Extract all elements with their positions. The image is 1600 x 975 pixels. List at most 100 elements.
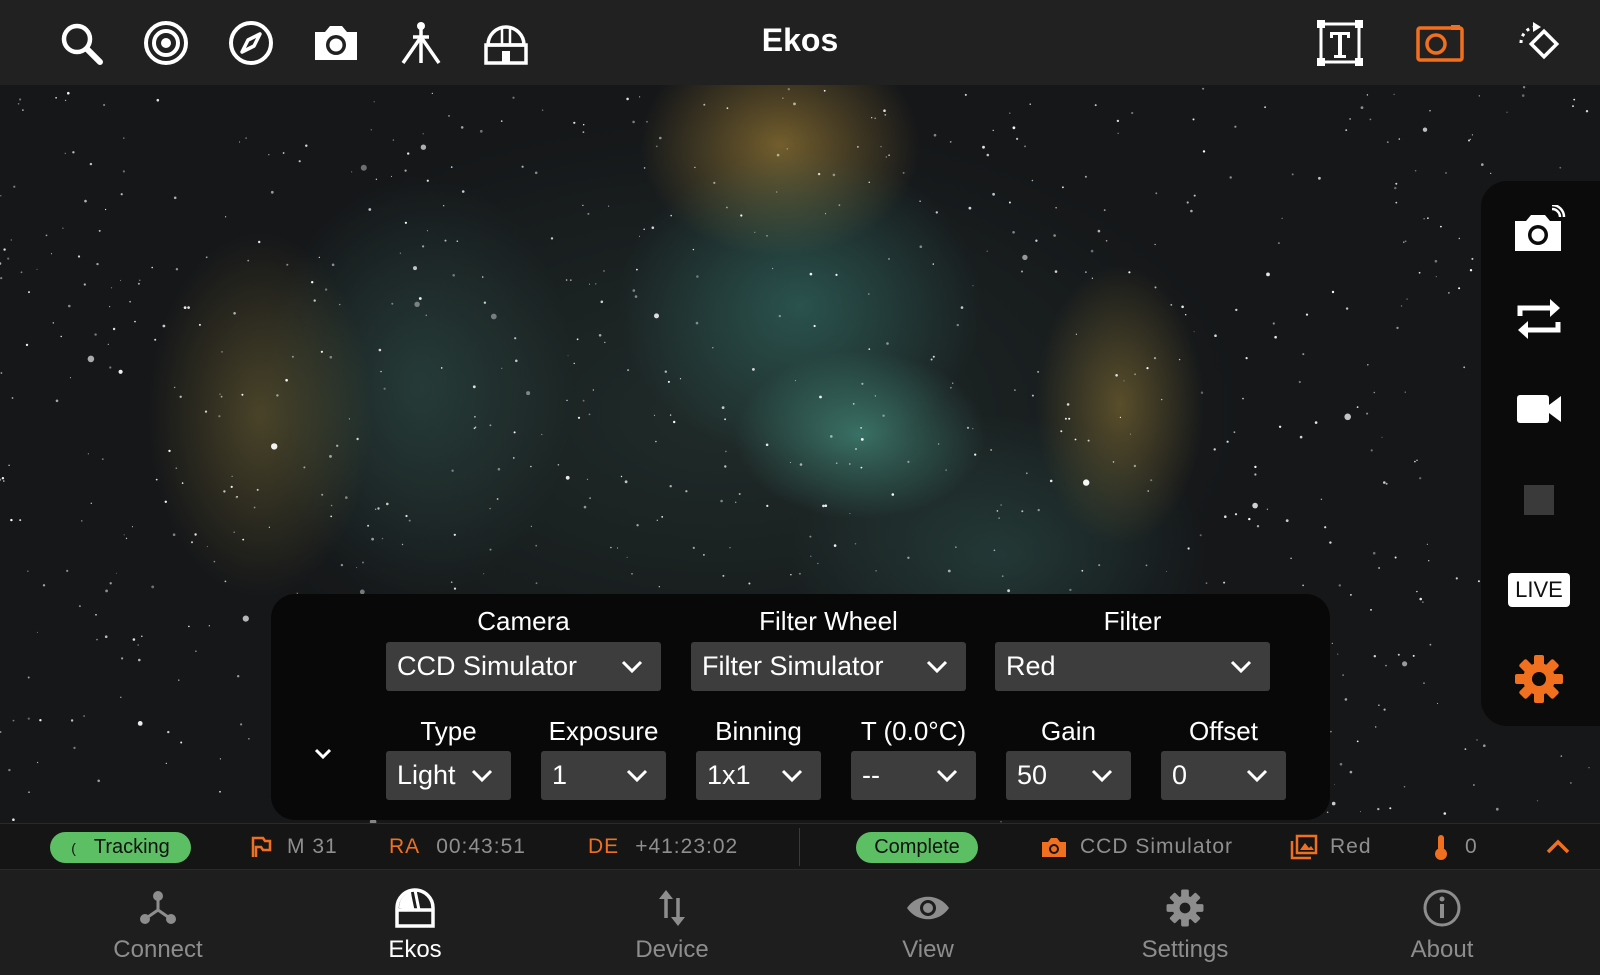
nav-view[interactable]: View [828,870,1028,975]
nav-about-label: About [1410,936,1474,963]
offset-select[interactable]: 0 [1161,751,1286,800]
loop-icon[interactable] [1506,289,1572,349]
type-value: Light [397,760,456,790]
mount-status-text: Tracking [93,836,170,858]
chevron-down-icon [1226,652,1256,682]
binning-select[interactable]: 1x1 [696,751,821,800]
chevron-down-icon [622,761,652,791]
right-toolbar: LIVE [1481,181,1600,726]
temperature-value: -- [862,760,880,790]
nav-device-label: Device [635,936,709,963]
bottom-nav: Connect Ekos Device View Settings About [0,870,1600,975]
transfer-icon [647,884,697,932]
camera-select[interactable]: CCD Simulator [386,642,661,691]
rotate-icon[interactable] [1514,18,1564,68]
connect-icon [133,884,183,932]
image-filter-icon [1290,834,1318,859]
de-value: +41:23:02 [635,834,739,858]
camera-value: CCD Simulator [397,651,578,681]
observatory-icon[interactable] [481,18,531,68]
camera-name: CCD Simulator [1080,834,1234,858]
binning-value: 1x1 [707,760,751,790]
nav-connect-label: Connect [113,936,203,963]
search-icon[interactable] [56,18,106,68]
gear-icon [1160,884,1210,932]
chevron-up-icon [1546,839,1570,853]
target-icon[interactable] [141,18,191,68]
thermometer-icon [1435,834,1447,860]
status-divider [799,828,800,866]
eye-icon [903,884,953,932]
chevron-down-icon [467,761,497,791]
capture-status-text: Complete [874,836,960,858]
nav-settings-label: Settings [1141,936,1229,963]
temperature-info: 0 [1433,824,1478,869]
filter-wheel-value: Filter Simulator [702,651,884,681]
gain-label: Gain [1041,716,1096,746]
status-bar: ( Tracking M 31 RA 00:43:51 DE +41:23:02… [0,823,1600,870]
type-select[interactable]: Light [386,751,511,800]
chevron-down-icon [932,761,962,791]
info-icon [1417,884,1467,932]
observatory-icon [390,884,440,932]
camera-icon[interactable] [311,18,361,68]
de-info: DE +41:23:02 [588,824,738,869]
capture-frame-icon[interactable] [1415,18,1465,68]
stop-icon[interactable] [1506,470,1572,530]
binning-label: Binning [715,716,802,746]
capture-icon[interactable] [1506,200,1572,260]
target-info: M 31 [249,824,338,869]
chevron-down-icon [1087,761,1117,791]
temperature-label: T (0.0°C) [860,716,967,746]
tracking-icon: ( [71,839,76,856]
exposure-label: Exposure [548,716,659,746]
live-badge[interactable]: LIVE [1506,560,1572,620]
chevron-down-icon [314,748,332,760]
expand-status-button[interactable] [1545,824,1571,869]
target-name: M 31 [287,834,338,858]
exposure-value: 1 [552,760,568,790]
mount-status-badge[interactable]: ( Tracking [50,832,191,863]
app-title: Ekos [761,22,839,58]
collapse-panel-button[interactable] [309,740,337,768]
filter-info: Red [1290,824,1372,869]
ra-label: RA [389,834,421,858]
nav-connect[interactable]: Connect [58,870,258,975]
compass-icon[interactable] [226,18,276,68]
filter-name: Red [1330,834,1372,858]
nav-settings[interactable]: Settings [1085,870,1285,975]
gain-select[interactable]: 50 [1006,751,1131,800]
exposure-select[interactable]: 1 [541,751,666,800]
nav-about[interactable]: About [1342,870,1542,975]
offset-value: 0 [1172,760,1188,790]
filter-select[interactable]: Red [995,642,1270,691]
text-frame-icon[interactable] [1315,18,1365,68]
offset-label: Offset [1189,716,1258,746]
nav-view-label: View [902,936,954,963]
settings-gear-icon[interactable] [1506,649,1572,709]
tripod-icon[interactable] [396,18,446,68]
de-label: DE [588,834,620,858]
type-label: Type [420,716,477,746]
temperature-select[interactable]: -- [851,751,976,800]
nav-ekos[interactable]: Ekos [315,870,515,975]
video-icon[interactable] [1506,379,1572,439]
chevron-down-icon [617,652,647,682]
camera-label: Camera [477,606,570,636]
temperature-reading: 0 [1465,834,1478,858]
camera-icon [1042,837,1066,857]
gain-value: 50 [1017,760,1048,790]
filter-label: Filter [1103,606,1162,636]
camera-info: CCD Simulator [1040,824,1233,869]
nav-device[interactable]: Device [572,870,772,975]
chevron-down-icon [922,652,952,682]
filter-value: Red [1006,651,1056,681]
capture-status-badge[interactable]: Complete [856,832,978,863]
flag-icon [251,836,272,857]
chevron-down-icon [1242,761,1272,791]
filter-wheel-select[interactable]: Filter Simulator [691,642,966,691]
top-bar: Ekos [0,0,1600,85]
ra-value: 00:43:51 [436,834,526,858]
chevron-down-icon [777,761,807,791]
ra-info: RA 00:43:51 [389,824,526,869]
